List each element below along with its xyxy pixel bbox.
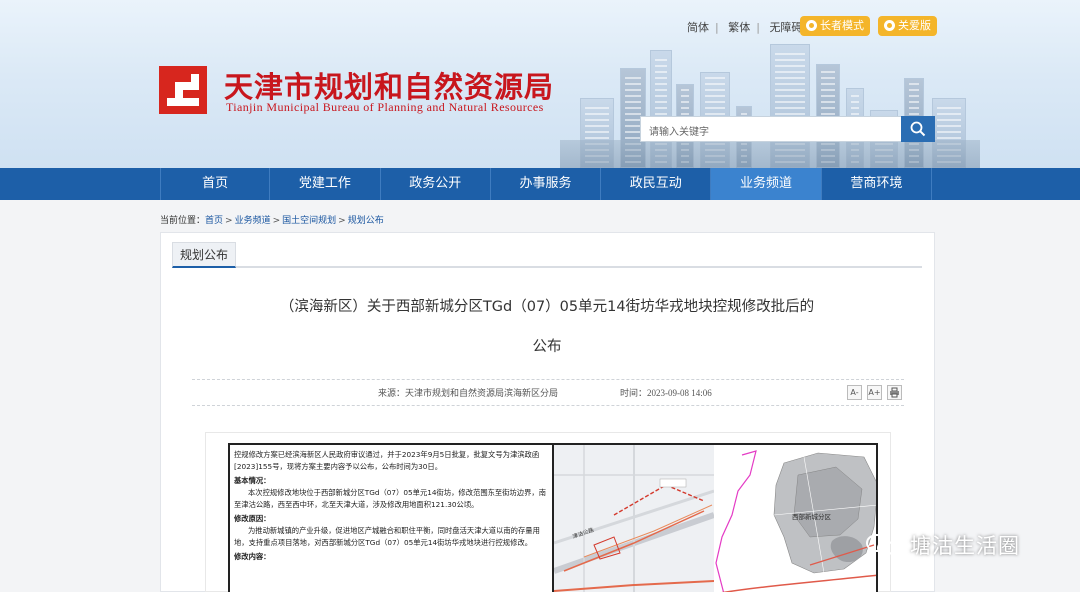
document-text-column: 控规修改方案已经滨海新区人民政府审议通过，并于2023年9月5日批复，批复文号为… xyxy=(230,445,554,592)
traditional-link[interactable]: 繁体 xyxy=(728,21,750,34)
watermark-text: 塘沽生活圈 xyxy=(910,534,1020,558)
search-placeholder: 请输入关键字 xyxy=(649,127,709,138)
breadcrumb-item-publication[interactable]: 规划公布 xyxy=(348,216,384,226)
map-district-label: 西部新城分区 xyxy=(792,513,831,521)
page-root: 简体 | 繁体 | 无障碍服务 长者模式 关爱版 天津市规划和自然资源局 Tianj… xyxy=(0,0,1080,592)
care-version-button[interactable]: 关爱版 xyxy=(878,16,937,36)
breadcrumb-item-channel[interactable]: 业务频道 xyxy=(235,216,271,226)
nav-item-business-channel[interactable]: 业务频道 xyxy=(711,168,822,200)
district-map: 西部新城分区 xyxy=(714,445,876,592)
breadcrumb-item-home[interactable]: 首页 xyxy=(205,216,223,226)
meta-divider-bottom xyxy=(192,405,904,406)
doc-basic-text: 本次控规修改地块位于西部新城分区TGd（07）05单元14街坊，修改范围东至街坊… xyxy=(234,488,546,509)
wechat-icon xyxy=(866,534,895,556)
nav-item-business-environment[interactable]: 营商环境 xyxy=(822,168,932,200)
print-icon xyxy=(890,387,899,398)
search-button[interactable] xyxy=(901,116,935,142)
document-image: 控规修改方案已经滨海新区人民政府审议通过，并于2023年9月5日批复，批复文号为… xyxy=(228,443,878,592)
site-header: 简体 | 繁体 | 无障碍服务 长者模式 关爱版 天津市规划和自然资源局 Tianj… xyxy=(0,0,1080,168)
nav-item-gov-affairs[interactable]: 政务公开 xyxy=(381,168,491,200)
article-title-line2: 公布 xyxy=(532,339,562,355)
breadcrumb-label: 当前位置： xyxy=(160,216,206,226)
care-version-label: 关爱版 xyxy=(898,19,931,32)
font-decrease-button[interactable]: A- xyxy=(847,385,862,400)
care-icon xyxy=(884,20,895,31)
location-map-drawing xyxy=(553,445,715,592)
doc-basic-heading: 基本情况： xyxy=(234,476,271,485)
elder-icon xyxy=(806,20,817,31)
doc-intro: 控规修改方案已经滨海新区人民政府审议通过，并于2023年9月5日批复，批复文号为… xyxy=(234,450,540,471)
article-source: 来源：天津市规划和自然资源局滨海新区分局 xyxy=(378,388,559,398)
breadcrumb: 当前位置：首页 > 业务频道 > 国土空间规划 > 规划公布 xyxy=(160,216,384,226)
doc-reason-heading: 修改原因： xyxy=(234,514,271,523)
doc-reason-text: 为推动新城镇的产业升级，促进地区产城融合和职住平衡，同时盘活天津大道以南的存量用… xyxy=(234,526,540,547)
nav-item-services[interactable]: 办事服务 xyxy=(491,168,602,200)
nav-item-party-building[interactable]: 党建工作 xyxy=(270,168,381,200)
main-nav: 首页 党建工作 政务公开 办事服务 政民互动 业务频道 营商环境 xyxy=(0,168,1080,200)
doc-content-heading: 修改内容： xyxy=(234,552,271,561)
banner-ground xyxy=(560,140,980,168)
bureau-logo[interactable] xyxy=(159,66,207,114)
elder-mode-label: 长者模式 xyxy=(820,19,864,32)
site-name-en: Tianjin Municipal Bureau of Planning and… xyxy=(226,100,544,114)
nav-item-home[interactable]: 首页 xyxy=(160,168,271,200)
article-time: 时间：2023-09-08 14:06 xyxy=(620,388,712,398)
breadcrumb-item-spatial-planning[interactable]: 国土空间规划 xyxy=(282,216,336,226)
search-icon xyxy=(910,121,926,137)
elder-mode-button[interactable]: 长者模式 xyxy=(800,16,870,36)
nav-item-interaction[interactable]: 政民互动 xyxy=(601,168,712,200)
meta-divider-top xyxy=(192,379,904,380)
tab-divider xyxy=(172,266,922,268)
simplified-link[interactable]: 简体 xyxy=(687,21,709,34)
section-tab[interactable]: 规划公布 xyxy=(172,242,236,268)
location-map: 津沽公路 xyxy=(553,445,715,592)
article-title-line1: （滨海新区）关于西部新城分区TGd（07）05单元14街坊华戎地块控规修改批后的 xyxy=(279,299,815,315)
print-button[interactable] xyxy=(887,385,902,400)
font-increase-button[interactable]: A+ xyxy=(867,385,882,400)
search-input[interactable]: 请输入关键字 xyxy=(640,116,902,142)
